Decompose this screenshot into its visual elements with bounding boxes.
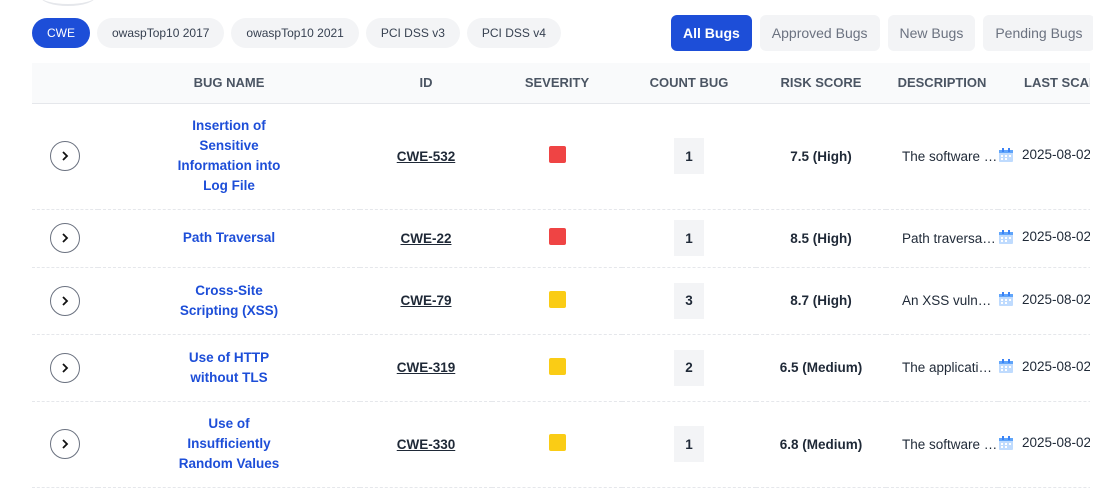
bug-id-link[interactable]: CWE-319 [397, 360, 456, 375]
header-count-bug[interactable]: COUNT BUG [622, 63, 756, 104]
chevron-right-icon [62, 439, 69, 449]
count-bug-value: 3 [674, 282, 704, 319]
severity-indicator [548, 434, 566, 451]
last-scan-value: 2025-08-02 01:35:00 [1022, 358, 1090, 374]
last-scan-value: 2025-08-02 01:35:00 [1022, 291, 1090, 307]
count-bug-value: 1 [674, 426, 704, 462]
table-row: Insertion of Sensitive Information into … [32, 103, 1090, 210]
table-row: Cross-Site Scripting (XSS) CWE-79 3 8.7 … [32, 267, 1090, 335]
bugs-table-container[interactable]: BUG NAME ID SEVERITY COUNT BUG RISK SCOR… [32, 63, 1090, 499]
expand-row-button[interactable] [50, 352, 80, 383]
expand-row-button[interactable] [50, 141, 80, 171]
severity-indicator [548, 357, 566, 375]
chevron-right-icon [62, 151, 69, 161]
chevron-right-icon [62, 362, 69, 373]
tab-new-bugs[interactable]: New Bugs [887, 15, 976, 51]
last-scan-value: 2025-08-02 01:35:00 [1022, 147, 1090, 162]
risk-score-value: 7.5 (High) [790, 148, 852, 164]
tab-all-bugs[interactable]: All Bugs [671, 15, 752, 51]
standard-filter-bar: CWE owaspTop10 2017 owaspTop10 2021 PCI … [32, 18, 561, 48]
risk-score-value: 8.5 (High) [790, 230, 852, 246]
last-scan-value: 2025-08-02 01:35:00 [1022, 435, 1090, 450]
expand-row-button[interactable] [50, 285, 80, 316]
count-bug-value: 1 [674, 138, 704, 174]
calendar-icon [999, 292, 1013, 306]
bug-id-link[interactable]: CWE-330 [397, 437, 456, 452]
description-text: The software logs sensitive information [886, 103, 998, 210]
expand-row-button[interactable] [50, 223, 80, 253]
top-avatar-edge [40, 0, 96, 6]
calendar-icon [999, 359, 1013, 373]
filter-pci-dss-v3[interactable]: PCI DSS v3 [365, 18, 460, 48]
calendar-icon [999, 229, 1013, 244]
calendar-icon [999, 435, 1013, 450]
severity-indicator [548, 146, 566, 163]
header-id[interactable]: ID [360, 63, 492, 104]
bug-id-link[interactable]: CWE-79 [400, 293, 451, 308]
bug-name-link[interactable]: Path Traversal [169, 228, 289, 248]
severity-indicator [548, 228, 566, 245]
bug-name-link[interactable]: Insertion of Sensitive Information into … [169, 116, 289, 196]
header-expand [32, 63, 98, 104]
bug-name-link[interactable]: Cross-Site Scripting (XSS) [169, 281, 289, 321]
bug-name-link[interactable]: Use of HTTP without TLS [169, 348, 289, 388]
risk-score-value: 8.7 (High) [790, 293, 852, 308]
risk-score-value: 6.5 (Medium) [779, 360, 863, 375]
chevron-right-icon [62, 295, 69, 306]
table-row: Use of Insufficiently Random Values CWE-… [32, 401, 1090, 488]
header-description[interactable]: DESCRIPTION [886, 63, 998, 104]
header-last-scan[interactable]: LAST SCAN [998, 63, 1090, 104]
description-text: An XSS vulnerability occurs [886, 267, 998, 335]
bug-id-link[interactable]: CWE-22 [400, 231, 451, 246]
count-bug-value: 2 [674, 349, 704, 386]
bugs-table: BUG NAME ID SEVERITY COUNT BUG RISK SCOR… [32, 63, 1090, 488]
tab-approved-bugs[interactable]: Approved Bugs [759, 15, 880, 51]
filter-cwe[interactable]: CWE [32, 18, 90, 48]
filter-owasp-2021[interactable]: owaspTop10 2021 [231, 18, 359, 48]
header-severity[interactable]: SEVERITY [492, 63, 622, 104]
calendar-icon [999, 147, 1013, 162]
table-row: Use of HTTP without TLS CWE-319 2 6.5 (M… [32, 334, 1090, 402]
description-text: The application transmits data [886, 334, 998, 402]
bug-id-link[interactable]: CWE-532 [397, 149, 456, 164]
description-text: The software uses insufficiently [886, 401, 998, 488]
severity-indicator [548, 290, 566, 308]
risk-score-value: 6.8 (Medium) [779, 436, 863, 452]
filter-pci-dss-v4[interactable]: PCI DSS v4 [466, 18, 561, 48]
chevron-right-icon [62, 233, 69, 243]
table-header-row: BUG NAME ID SEVERITY COUNT BUG RISK SCOR… [32, 63, 1090, 104]
header-bug-name[interactable]: BUG NAME [98, 63, 360, 104]
expand-row-button[interactable] [50, 429, 80, 459]
table-row: Path Traversal CWE-22 1 8.5 (High) Path … [32, 209, 1090, 268]
bug-status-tabs: All Bugs Approved Bugs New Bugs Pending … [671, 15, 1093, 51]
last-scan-value: 2025-08-02 01:35:00 [1022, 229, 1090, 244]
header-risk-score[interactable]: RISK SCORE [756, 63, 886, 104]
bug-name-link[interactable]: Use of Insufficiently Random Values [169, 414, 289, 474]
tab-pending-bugs[interactable]: Pending Bugs [983, 15, 1093, 51]
count-bug-value: 1 [674, 220, 704, 256]
filter-owasp-2017[interactable]: owaspTop10 2017 [97, 18, 225, 48]
description-text: Path traversal allows access [886, 209, 998, 268]
